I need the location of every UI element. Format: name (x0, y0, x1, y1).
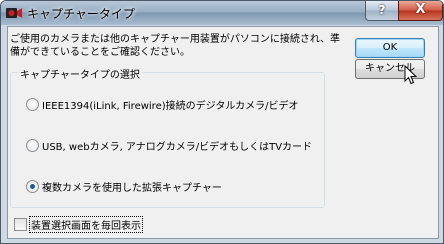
radio-label: 複数カメラを使用した拡張キャプチャー (42, 183, 222, 194)
radio-label: IEEE1394(iLink, Firewire)接続のデジタルカメラ/ビデオ (42, 101, 299, 112)
ok-button[interactable]: OK (355, 38, 425, 58)
radio-label: USB, webカメラ, アナログカメラ/ビデオもしくはTVカード (42, 142, 313, 153)
camera-app-icon (6, 8, 22, 18)
radio-button[interactable] (26, 98, 39, 111)
close-button[interactable]: X (398, 1, 443, 21)
checkbox-label: 装置選択画面を毎回表示 (29, 216, 143, 233)
description-text: ご使用のカメラまたは他のキャプチャー用装置がパソコンに接続され、準 備ができてい… (10, 34, 340, 58)
window-title: キャプチャータイプ (27, 7, 135, 21)
radio-button-selected[interactable] (26, 180, 39, 193)
show-device-dialog-checkbox[interactable] (14, 218, 27, 231)
title-bar[interactable]: キャプチャータイプ ? X (1, 1, 443, 25)
capture-type-group: キャプチャータイプの選択 IEEE1394(iLink, Firewire)接続… (10, 66, 325, 208)
dialog-body: ご使用のカメラまたは他のキャプチャー用装置がパソコンに接続され、準 備ができてい… (7, 26, 439, 239)
mouse-cursor-icon (404, 65, 418, 85)
group-label: キャプチャータイプの選択 (18, 66, 142, 81)
capture-type-dialog: キャプチャータイプ ? X ご使用のカメラまたは他のキャプチャー用装置がパソコン… (0, 0, 444, 244)
radio-button[interactable] (26, 139, 39, 152)
help-button[interactable]: ? (365, 1, 399, 21)
